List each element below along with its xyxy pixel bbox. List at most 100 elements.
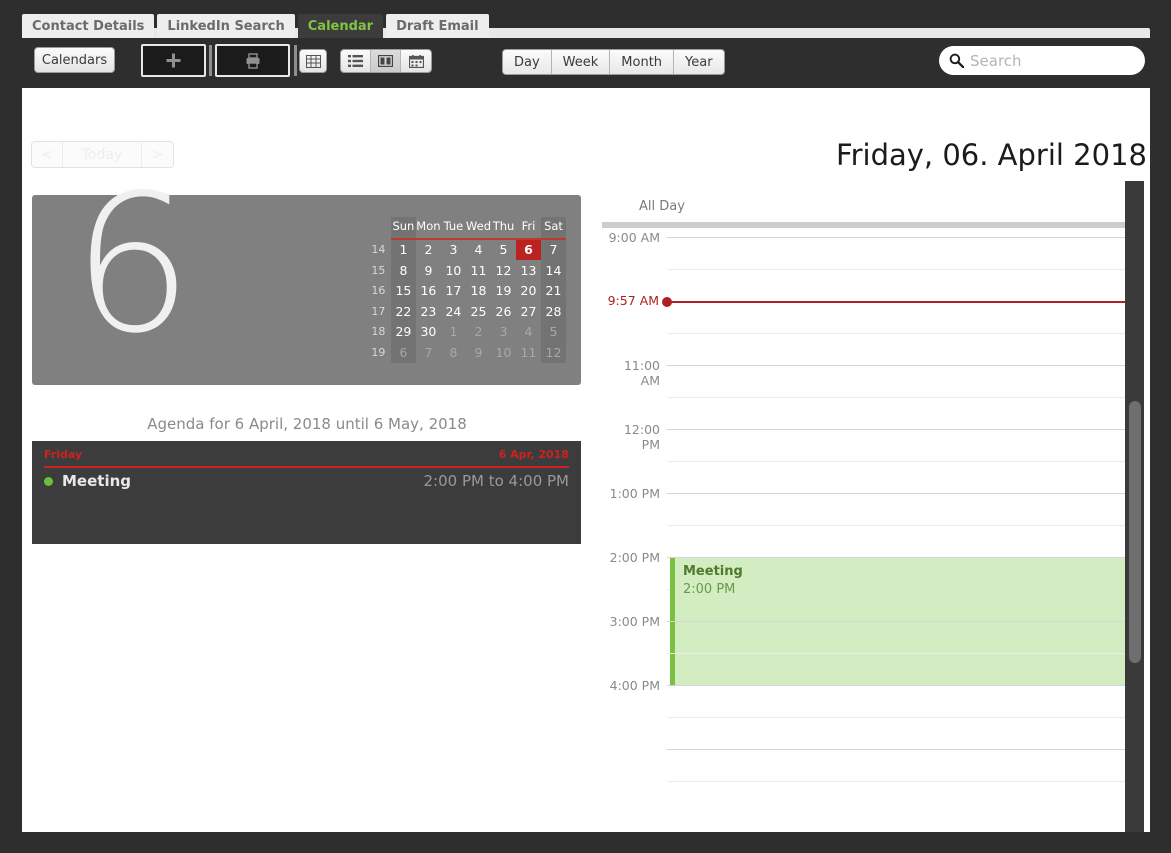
mini-day-cell[interactable]: 4 bbox=[466, 240, 491, 261]
calendar-view-button[interactable] bbox=[401, 50, 431, 72]
mini-day-cell[interactable]: 15 bbox=[390, 280, 416, 301]
calendar-view-icon bbox=[408, 54, 424, 68]
mini-day-cell[interactable]: 12 bbox=[491, 260, 516, 281]
day-grid-hours: 7:00 AM 8:00 AM 9:00 AM bbox=[602, 231, 1142, 813]
list-view-icon bbox=[348, 55, 363, 67]
mini-day-cell[interactable]: 13 bbox=[516, 260, 541, 281]
mini-day-cell[interactable]: 5 bbox=[491, 240, 516, 261]
mini-day-cell-other-month[interactable]: 11 bbox=[516, 342, 541, 363]
mini-day-cell[interactable]: 11 bbox=[466, 260, 491, 281]
mini-calendar-week-row: 14 1 2 3 4 5 6 7 bbox=[366, 239, 566, 261]
hour-label: 12:00 PM bbox=[623, 422, 660, 452]
hour-row[interactable]: 3:00 PM bbox=[602, 614, 1142, 685]
mini-day-cell[interactable]: 19 bbox=[491, 281, 516, 302]
search-input[interactable] bbox=[970, 51, 1135, 70]
hour-row[interactable]: 1:00 PM bbox=[602, 486, 1142, 557]
half-hour-gridline bbox=[667, 461, 1142, 462]
hour-row[interactable]: 2:00 PM Meeting 2:00 PM bbox=[602, 550, 1142, 685]
mini-day-cell-other-month[interactable]: 10 bbox=[491, 342, 516, 363]
hour-row[interactable]: 4:00 PM bbox=[602, 678, 1142, 749]
mini-day-cell[interactable]: 24 bbox=[441, 301, 466, 322]
hour-row[interactable] bbox=[602, 749, 1142, 813]
table-grid-button[interactable] bbox=[299, 49, 327, 73]
calendar-app-window: Calendars Day Week Month Year Search < T… bbox=[22, 38, 1150, 834]
big-day-number: 6 bbox=[72, 154, 193, 375]
agenda-event-time: 2:00 PM to 4:00 PM bbox=[423, 472, 569, 490]
mini-day-cell[interactable]: 23 bbox=[416, 301, 441, 322]
mini-day-cell[interactable]: 14 bbox=[541, 260, 566, 281]
previous-day-button[interactable]: < bbox=[32, 142, 63, 167]
hour-gridline bbox=[667, 429, 1142, 430]
tab-contact-details[interactable]: Contact Details bbox=[22, 14, 155, 38]
mini-day-cell[interactable]: 27 bbox=[516, 301, 541, 322]
split-view-button[interactable] bbox=[371, 50, 401, 72]
mini-day-cell[interactable]: 10 bbox=[441, 260, 466, 281]
tab-calendar[interactable]: Calendar bbox=[297, 14, 384, 38]
mini-day-cell-other-month[interactable]: 9 bbox=[466, 342, 491, 363]
mini-day-cell[interactable]: 18 bbox=[466, 281, 491, 302]
mini-day-cell[interactable]: 30 bbox=[416, 322, 441, 343]
mini-day-cell-other-month[interactable]: 2 bbox=[466, 322, 491, 343]
search-box[interactable] bbox=[939, 46, 1145, 75]
mini-day-cell[interactable]: 7 bbox=[541, 239, 566, 260]
hour-gridline bbox=[667, 493, 1142, 494]
mini-day-cell-other-month[interactable]: 7 bbox=[416, 342, 441, 363]
hour-row[interactable]: 11:00 AM bbox=[602, 358, 1142, 429]
range-week-button[interactable]: Week bbox=[551, 50, 611, 74]
range-year-button[interactable]: Year bbox=[674, 50, 724, 74]
mini-day-cell[interactable]: 9 bbox=[416, 260, 441, 281]
week-number: 15 bbox=[371, 263, 386, 277]
mini-day-cell[interactable]: 8 bbox=[390, 260, 416, 281]
mini-day-cell[interactable]: 20 bbox=[516, 281, 541, 302]
tab-linkedin-search[interactable]: LinkedIn Search bbox=[157, 14, 295, 38]
current-time-label: 9:57 AM bbox=[607, 293, 659, 308]
list-view-button[interactable] bbox=[341, 50, 371, 72]
page-title: Friday, 06. April 2018 bbox=[836, 138, 1147, 172]
mini-day-cell-other-month[interactable]: 1 bbox=[441, 322, 466, 343]
vertical-scrollbar[interactable] bbox=[1125, 181, 1144, 832]
hour-row[interactable]: 9:00 AM bbox=[602, 231, 1142, 301]
all-day-row[interactable] bbox=[602, 222, 1135, 228]
mini-calendar-week-row: 19 6 7 8 9 10 11 12 bbox=[366, 342, 566, 363]
mini-day-cell-other-month[interactable]: 6 bbox=[390, 342, 416, 363]
calendars-button[interactable]: Calendars bbox=[34, 47, 115, 73]
mini-day-cell-today[interactable]: 6 bbox=[516, 239, 541, 260]
mini-day-cell-other-month[interactable]: 4 bbox=[516, 322, 541, 343]
half-hour-gridline bbox=[667, 653, 1142, 654]
mini-day-cell[interactable]: 17 bbox=[441, 281, 466, 302]
mini-day-cell[interactable]: 28 bbox=[541, 301, 566, 322]
mini-day-cell[interactable]: 1 bbox=[390, 239, 416, 260]
half-hour-gridline bbox=[667, 781, 1142, 782]
mini-day-cell-other-month[interactable]: 3 bbox=[491, 322, 516, 343]
range-month-button[interactable]: Month bbox=[610, 50, 675, 74]
agenda-event-row[interactable]: Meeting 2:00 PM to 4:00 PM bbox=[44, 472, 569, 490]
day-summary-panel: 6 Sun Mon Tue Wed Thu Fri Sat 14 1 2 3 4… bbox=[32, 170, 581, 385]
day-grid-panel: All Day 7:00 AM 8:00 AM bbox=[602, 195, 1142, 825]
hour-row[interactable]: 12:00 PM bbox=[602, 422, 1142, 493]
mini-day-cell[interactable]: 26 bbox=[491, 301, 516, 322]
scrollbar-thumb[interactable] bbox=[1129, 401, 1141, 663]
print-button[interactable] bbox=[215, 44, 290, 77]
mini-day-cell[interactable]: 29 bbox=[390, 321, 416, 342]
hour-row[interactable]: 9:57 AM bbox=[602, 293, 1142, 365]
event-time: 2:00 PM bbox=[683, 582, 736, 597]
mini-day-cell-other-month[interactable]: 12 bbox=[541, 342, 566, 363]
day-grid-scroll-area[interactable]: 7:00 AM 8:00 AM 9:00 AM bbox=[602, 231, 1142, 853]
weekday-header-thu: Thu bbox=[492, 219, 515, 234]
mini-day-cell-other-month[interactable]: 8 bbox=[441, 342, 466, 363]
calendar-content-area: < Today > Friday, 06. April 2018 6 Sun M… bbox=[22, 88, 1150, 832]
mini-day-cell-other-month[interactable]: 5 bbox=[541, 321, 566, 342]
mini-calendar-week-row: 17 22 23 24 25 26 27 28 bbox=[366, 301, 566, 322]
add-event-button[interactable] bbox=[141, 44, 206, 77]
range-day-button[interactable]: Day bbox=[503, 50, 552, 74]
mini-calendar[interactable]: Sun Mon Tue Wed Thu Fri Sat 14 1 2 3 4 5… bbox=[366, 217, 566, 363]
event-title: Meeting bbox=[683, 564, 743, 579]
mini-day-cell[interactable]: 25 bbox=[466, 301, 491, 322]
week-number: 17 bbox=[371, 304, 386, 318]
mini-day-cell[interactable]: 21 bbox=[541, 280, 566, 301]
mini-day-cell[interactable]: 22 bbox=[390, 301, 416, 322]
mini-day-cell[interactable]: 2 bbox=[416, 240, 441, 261]
mini-day-cell[interactable]: 16 bbox=[416, 281, 441, 302]
mini-day-cell[interactable]: 3 bbox=[441, 240, 466, 261]
tab-draft-email[interactable]: Draft Email bbox=[386, 14, 489, 38]
